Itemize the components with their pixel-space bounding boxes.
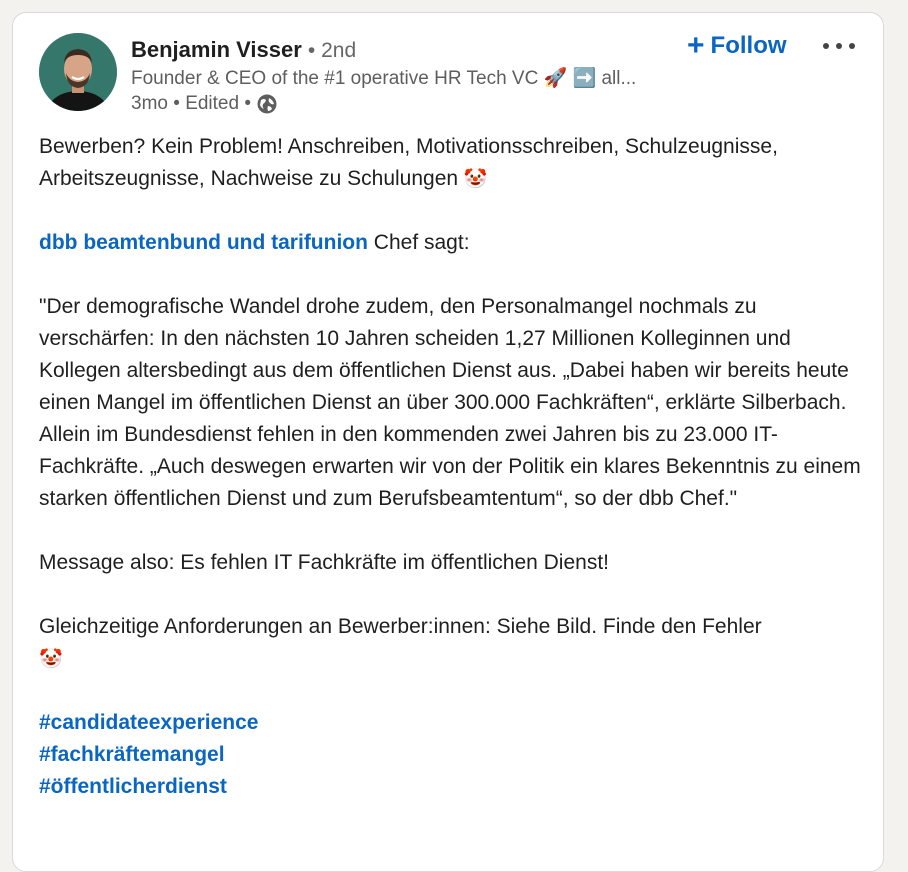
requirements-paragraph: Gleichzeitige Anforderungen an Bewerber:… [39,611,869,675]
post-meta: 3mo • Edited • [131,93,277,115]
author-name[interactable]: Benjamin Visser [131,37,302,62]
hashtag-list: #candidateexperience #fachkräftemangel #… [39,707,869,803]
hashtag-link[interactable]: #candidateexperience [39,707,869,739]
clown-emoji: 🤡 [39,648,63,670]
requirements-text: Gleichzeitige Anforderungen an Bewerber:… [39,615,762,638]
message-paragraph: Message also: Es fehlen IT Fachkräfte im… [39,551,610,574]
follow-button[interactable]: + Follow [687,31,787,61]
globe-icon [257,94,277,114]
follow-label: Follow [710,32,787,59]
edited-label: Edited [185,93,240,114]
hashtag-link[interactable]: #öffentlicherdienst [39,771,869,803]
mention-suffix: Chef sagt: [367,231,470,254]
plus-icon: + [687,29,705,62]
connection-degree: • 2nd [307,39,357,62]
meta-separator: • [167,93,186,114]
company-mention-link[interactable]: dbb beamtenbund und tarifunion [39,231,368,254]
dot [823,43,829,49]
clown-emoji: 🤡 [463,168,488,190]
avatar-photo [39,33,117,111]
post-paragraph: dbb beamtenbund und tarifunion Chef sagt… [39,227,869,259]
meta-separator: • [239,93,251,114]
author-name-line[interactable]: Benjamin Visser • 2nd [131,37,356,63]
post-body: Bewerben? Kein Problem! Anschreiben, Mot… [39,131,869,803]
post-text: Bewerben? Kein Problem! Anschreiben, Mot… [39,135,778,190]
quote-paragraph: "Der demografische Wandel drohe zudem, d… [39,295,861,510]
post-paragraph: Bewerben? Kein Problem! Anschreiben, Mot… [39,131,869,195]
post-card: Benjamin Visser • 2nd Founder & CEO of t… [12,12,884,872]
hashtag-link[interactable]: #fachkräftemangel [39,739,869,771]
dot [849,43,855,49]
author-headline: Founder & CEO of the #1 operative HR Tec… [131,68,637,89]
dot [836,43,842,49]
author-avatar[interactable] [39,33,117,111]
more-options-icon[interactable] [821,39,857,53]
post-time: 3mo [131,93,168,114]
